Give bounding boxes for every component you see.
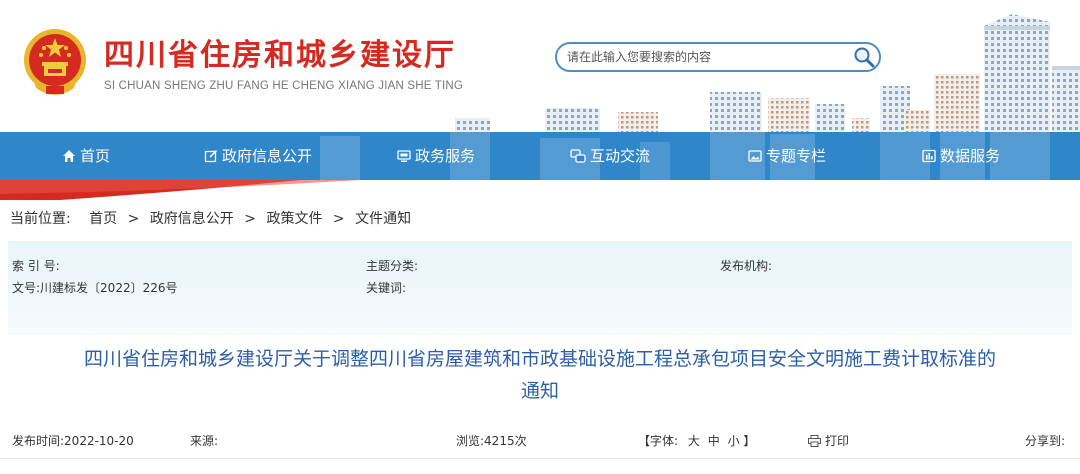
category-label: 主题分类: <box>366 259 419 273</box>
document-title-line-2: 通知 <box>520 380 559 402</box>
printer-icon <box>808 434 821 447</box>
nav-item-label: 专题专栏 <box>766 147 827 165</box>
document-meta-box: 索 引 号: 主题分类: 发布机构: 文号:川建标发〔2022〕226号 关键词… <box>8 241 1072 335</box>
site-pinyin-subtitle: SI CHUAN SHENG ZHU FANG HE CHENG XIANG J… <box>104 80 464 92</box>
print-button[interactable]: 打印 <box>808 432 849 449</box>
nav-item-interaction[interactable]: 互动交流 <box>570 132 650 180</box>
nav-item-home[interactable]: 首页 <box>62 132 110 180</box>
edit-icon <box>204 149 218 163</box>
breadcrumb-separator: > <box>127 211 140 227</box>
nav-item-special-topics[interactable]: 专题专栏 <box>748 132 826 180</box>
breadcrumb-separator: > <box>332 211 345 227</box>
divider <box>0 458 1080 459</box>
font-size-small[interactable]: 小 <box>728 434 740 448</box>
view-count: 浏览:4215次 <box>456 434 527 448</box>
red-ribbon-decoration <box>0 180 1080 200</box>
keywords-label: 关键词: <box>366 281 407 295</box>
document-title: 四川省住房和城乡建设厅关于调整四川省房屋建筑和市政基础设施工程总承包项目安全文明… <box>20 343 1060 407</box>
document-number: 文号:川建标发〔2022〕226号 <box>12 281 178 295</box>
nav-item-label: 数据服务 <box>940 147 1001 165</box>
search-box <box>555 42 881 72</box>
national-emblem-icon <box>24 29 86 95</box>
search-icon[interactable] <box>853 46 875 68</box>
breadcrumb-prefix: 当前位置: <box>10 211 71 227</box>
font-size-control: 【字体: 大 中 小 】 <box>638 432 755 449</box>
breadcrumb-link-gov-info[interactable]: 政府信息公开 <box>150 211 234 227</box>
nav-item-gov-info[interactable]: 政府信息公开 <box>204 132 312 180</box>
nav-item-gov-service[interactable]: 政务服务 <box>397 132 475 180</box>
font-size-large[interactable]: 大 <box>688 434 700 448</box>
breadcrumb-link-notices[interactable]: 文件通知 <box>355 211 411 227</box>
font-size-label: 【字体: <box>638 434 679 448</box>
publish-date: 发布时间:2022-10-20 <box>12 434 134 448</box>
breadcrumb-link-home[interactable]: 首页 <box>89 211 117 227</box>
image-icon <box>748 150 762 162</box>
nav-skyline-decoration <box>320 132 1050 180</box>
print-label: 打印 <box>825 434 850 448</box>
breadcrumb: 当前位置: 首页 > 政府信息公开 > 政策文件 > 文件通知 <box>10 208 411 228</box>
font-size-medium[interactable]: 中 <box>708 434 720 448</box>
home-icon <box>63 150 75 162</box>
source-label: 来源: <box>190 434 219 448</box>
site-title: 四川省住房和城乡建设厅 <box>104 38 456 73</box>
nav-item-label: 互动交流 <box>590 147 651 165</box>
nav-item-label: 政府信息公开 <box>222 147 313 165</box>
breadcrumb-link-policy-docs[interactable]: 政策文件 <box>266 211 322 227</box>
nav-item-label: 政务服务 <box>415 147 476 165</box>
interaction-icon <box>570 149 586 163</box>
monitor-icon <box>397 150 411 162</box>
publisher-label: 发布机构: <box>720 259 773 273</box>
search-input[interactable] <box>567 47 847 67</box>
document-info-bar: 发布时间:2022-10-20 来源: 浏览:4215次 【字体: 大 中 小 … <box>0 430 1080 450</box>
site-header: 四川省住房和城乡建设厅 SI CHUAN SHENG ZHU FANG HE C… <box>0 0 1080 132</box>
nav-item-label: 首页 <box>80 147 111 165</box>
share-label: 分享到: <box>1025 434 1066 448</box>
index-number-label: 索 引 号: <box>12 259 60 273</box>
data-icon <box>922 149 936 163</box>
breadcrumb-separator: > <box>244 211 256 227</box>
main-nav: 首页 政府信息公开 政务服务 互动交流 专题专栏 数据服务 <box>0 132 1080 180</box>
document-title-line-1: 四川省住房和城乡建设厅关于调整四川省房屋建筑和市政基础设施工程总承包项目安全文明… <box>83 348 996 370</box>
nav-item-data-service[interactable]: 数据服务 <box>922 132 1000 180</box>
font-size-close: 】 <box>743 434 756 448</box>
